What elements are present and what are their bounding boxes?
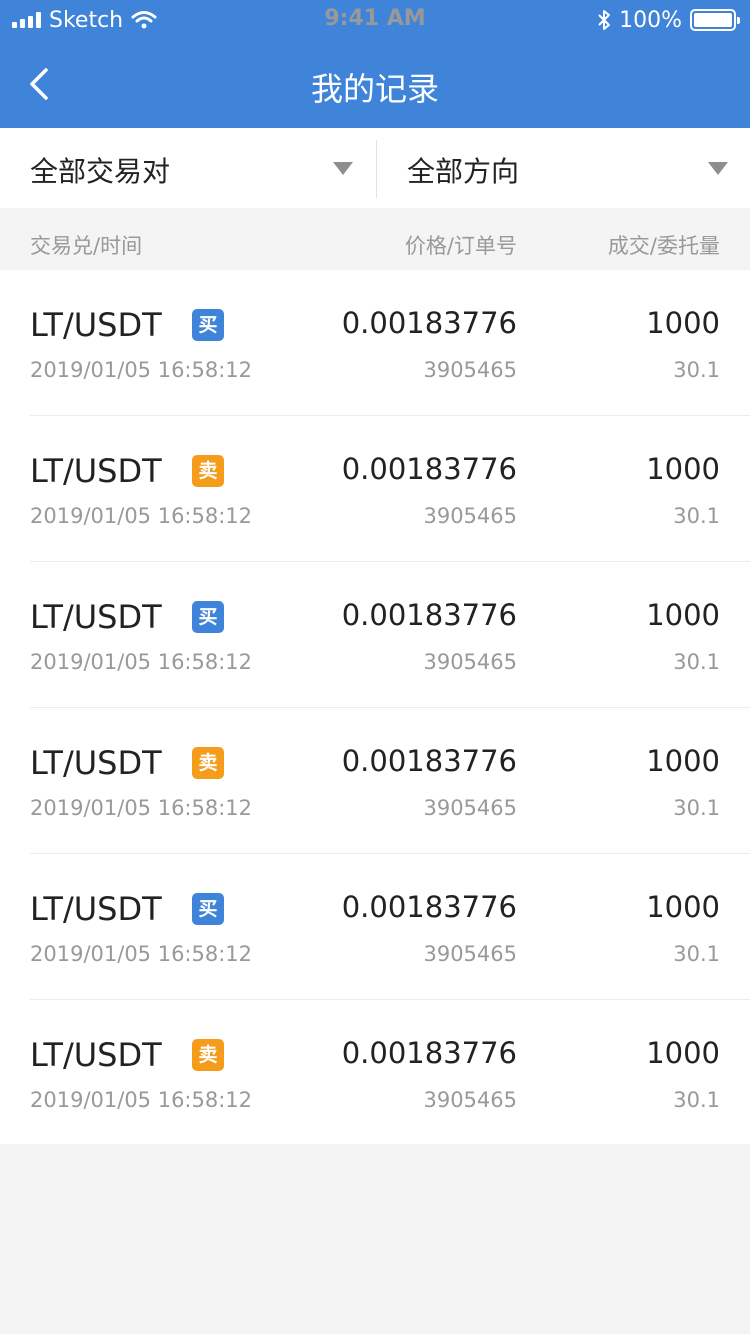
record-order-number: 3905465 bbox=[423, 796, 517, 820]
record-time: 2019/01/05 16:58:12 bbox=[30, 358, 253, 382]
record-pair: LT/USDT bbox=[30, 744, 162, 782]
triangle-down-icon bbox=[708, 162, 728, 175]
battery-label: 100% bbox=[619, 7, 682, 33]
triangle-down-icon bbox=[333, 162, 353, 175]
record-time: 2019/01/05 16:58:12 bbox=[30, 504, 253, 528]
record-row[interactable]: LT/USDT 买 2019/01/05 16:58:12 0.00183776… bbox=[0, 270, 750, 416]
record-price: 0.00183776 bbox=[341, 744, 517, 778]
record-list: LT/USDT 买 2019/01/05 16:58:12 0.00183776… bbox=[0, 270, 750, 1144]
record-price: 0.00183776 bbox=[341, 890, 517, 924]
record-pair: LT/USDT bbox=[30, 1036, 162, 1074]
record-deal-amount: 1000 bbox=[646, 890, 720, 924]
record-time: 2019/01/05 16:58:12 bbox=[30, 796, 253, 820]
page-title: 我的记录 bbox=[310, 70, 439, 108]
column-price-order: 价格/订单号 bbox=[404, 234, 517, 258]
record-time: 2019/01/05 16:58:12 bbox=[30, 1088, 253, 1112]
record-order-qty: 30.1 bbox=[673, 358, 720, 382]
record-row[interactable]: LT/USDT 买 2019/01/05 16:58:12 0.00183776… bbox=[0, 562, 750, 708]
record-order-qty: 30.1 bbox=[673, 504, 720, 528]
side-badge: 买 bbox=[192, 309, 224, 341]
record-row[interactable]: LT/USDT 卖 2019/01/05 16:58:12 0.00183776… bbox=[0, 1000, 750, 1144]
side-badge: 买 bbox=[192, 601, 224, 633]
record-order-number: 3905465 bbox=[423, 1088, 517, 1112]
record-order-qty: 30.1 bbox=[673, 942, 720, 966]
status-right: 100% bbox=[597, 6, 740, 34]
record-row[interactable]: LT/USDT 买 2019/01/05 16:58:12 0.00183776… bbox=[0, 854, 750, 1000]
record-pair: LT/USDT bbox=[30, 306, 162, 344]
record-order-qty: 30.1 bbox=[673, 796, 720, 820]
record-deal-amount: 1000 bbox=[646, 744, 720, 778]
filter-divider bbox=[376, 140, 377, 198]
column-header: 交易兑/时间 价格/订单号 成交/委托量 bbox=[0, 208, 750, 270]
bluetooth-icon bbox=[598, 10, 611, 30]
record-row[interactable]: LT/USDT 卖 2019/01/05 16:58:12 0.00183776… bbox=[0, 708, 750, 854]
record-order-number: 3905465 bbox=[423, 358, 517, 382]
record-price: 0.00183776 bbox=[341, 1036, 517, 1070]
record-row[interactable]: LT/USDT 卖 2019/01/05 16:58:12 0.00183776… bbox=[0, 416, 750, 562]
record-pair: LT/USDT bbox=[30, 598, 162, 636]
side-badge: 买 bbox=[192, 893, 224, 925]
record-pair: LT/USDT bbox=[30, 890, 162, 928]
record-time: 2019/01/05 16:58:12 bbox=[30, 650, 253, 674]
record-order-qty: 30.1 bbox=[673, 650, 720, 674]
record-order-number: 3905465 bbox=[423, 650, 517, 674]
record-deal-amount: 1000 bbox=[646, 452, 720, 486]
filter-trading-pair-label: 全部交易对 bbox=[30, 155, 171, 188]
filter-trading-pair[interactable]: 全部交易对 bbox=[0, 128, 375, 208]
side-badge: 卖 bbox=[192, 747, 224, 779]
record-price: 0.00183776 bbox=[341, 452, 517, 486]
status-bar: Sketch 9:41 AM 100% bbox=[0, 0, 750, 40]
record-price: 0.00183776 bbox=[341, 598, 517, 632]
record-order-qty: 30.1 bbox=[673, 1088, 720, 1112]
record-deal-amount: 1000 bbox=[646, 1036, 720, 1070]
record-price: 0.00183776 bbox=[341, 306, 517, 340]
filter-direction[interactable]: 全部方向 bbox=[375, 128, 750, 208]
nav-bar: 我的记录 bbox=[0, 40, 750, 128]
column-deal-qty: 成交/委托量 bbox=[607, 234, 720, 258]
record-order-number: 3905465 bbox=[423, 942, 517, 966]
record-time: 2019/01/05 16:58:12 bbox=[30, 942, 253, 966]
battery-icon bbox=[690, 9, 740, 31]
filter-bar: 全部交易对 全部方向 bbox=[0, 128, 750, 208]
record-order-number: 3905465 bbox=[423, 504, 517, 528]
column-pair-time: 交易兑/时间 bbox=[30, 234, 143, 258]
record-deal-amount: 1000 bbox=[646, 598, 720, 632]
filter-direction-label: 全部方向 bbox=[407, 155, 520, 188]
side-badge: 卖 bbox=[192, 1039, 224, 1071]
side-badge: 卖 bbox=[192, 455, 224, 487]
record-pair: LT/USDT bbox=[30, 452, 162, 490]
record-deal-amount: 1000 bbox=[646, 306, 720, 340]
